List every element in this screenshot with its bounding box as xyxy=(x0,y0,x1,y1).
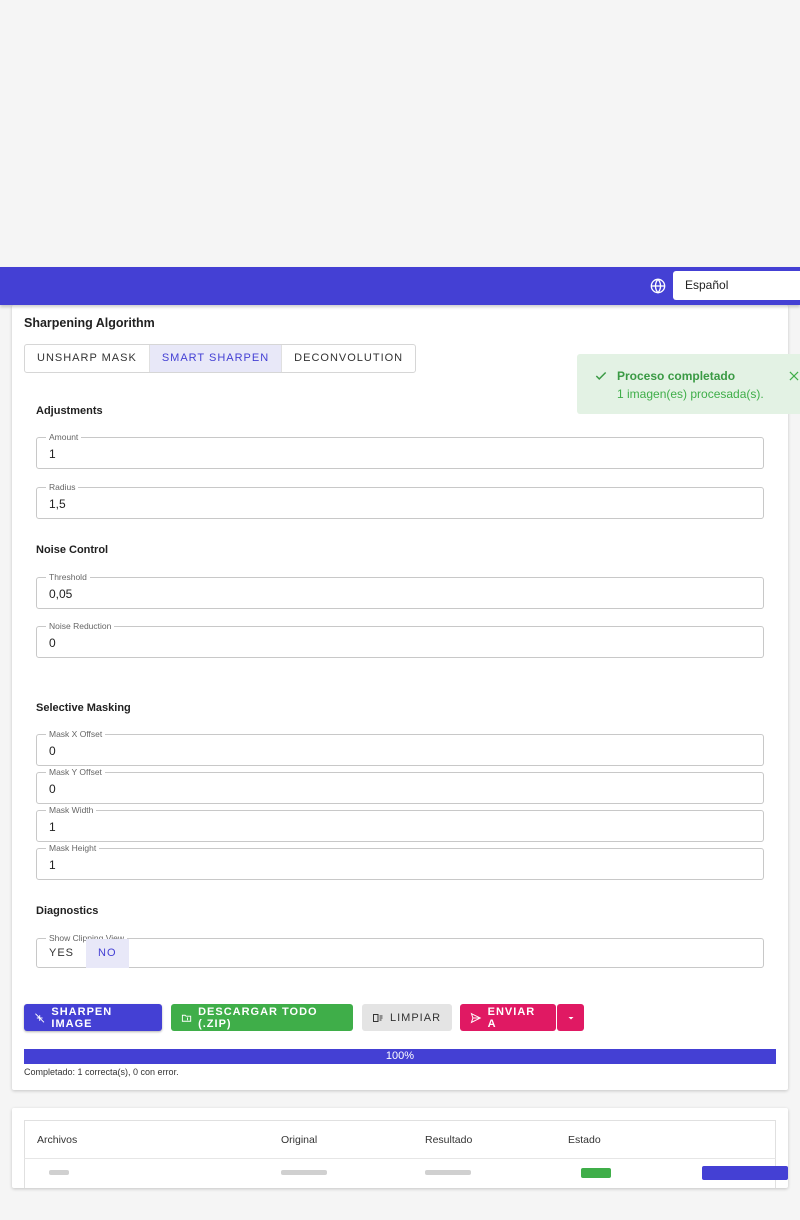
send-icon xyxy=(470,1012,482,1023)
send-to-label: ENVIAR A xyxy=(487,1005,536,1030)
header-status: Estado xyxy=(568,1134,601,1146)
send-to-menu-button[interactable] xyxy=(557,1004,584,1031)
adjustments-title: Adjustments xyxy=(36,405,103,417)
files-card: Archivos Original Resultado Estado xyxy=(12,1108,788,1188)
close-icon[interactable] xyxy=(787,369,800,383)
top-app-bar: Español xyxy=(0,267,800,305)
sharpen-icon xyxy=(35,1012,45,1023)
tab-smart-sharpen[interactable]: SMART SHARPEN xyxy=(149,345,283,372)
clear-label: LIMPIAR xyxy=(390,1011,442,1024)
progress-summary: Completado: 1 correcta(s), 0 con error. xyxy=(24,1067,179,1077)
mask-y-offset-label: Mask Y Offset xyxy=(46,766,105,778)
mask-y-offset-value: 0 xyxy=(49,782,56,796)
files-table-header: Archivos Original Resultado Estado xyxy=(24,1120,776,1159)
clear-button[interactable]: LIMPIAR xyxy=(362,1004,452,1031)
amount-label: Amount xyxy=(46,431,82,443)
mask-x-offset-label: Mask X Offset xyxy=(46,728,106,740)
clipping-no-option[interactable]: NO xyxy=(86,939,129,968)
table-row xyxy=(24,1159,788,1188)
radius-label: Radius xyxy=(46,481,79,493)
header-original: Original xyxy=(281,1134,318,1146)
toast-message: 1 imagen(es) procesada(s). xyxy=(617,387,764,401)
amount-field[interactable]: Amount 1 xyxy=(36,431,764,469)
clear-list-icon xyxy=(373,1013,383,1022)
download-all-button[interactable]: DESCARGAR TODO (.ZIP) xyxy=(171,1004,353,1031)
algorithm-tabs: UNSHARP MASK SMART SHARPEN DECONVOLUTION xyxy=(24,344,417,373)
clipping-yes-option[interactable]: YES xyxy=(37,939,86,968)
toast-title: Proceso completado xyxy=(617,369,736,383)
result-size-cell xyxy=(425,1170,471,1175)
original-size-cell xyxy=(281,1170,327,1175)
globe-icon[interactable] xyxy=(650,278,666,294)
progress-label: 100% xyxy=(385,1050,415,1062)
selective-masking-title: Selective Masking xyxy=(36,702,131,714)
tab-deconvolution[interactable]: DECONVOLUTION xyxy=(282,345,415,372)
noise-reduction-field[interactable]: Noise Reduction 0 xyxy=(36,620,764,658)
mask-y-offset-field[interactable]: Mask Y Offset 0 xyxy=(36,766,764,804)
header-files: Archivos xyxy=(37,1134,78,1146)
status-badge xyxy=(581,1168,611,1178)
file-name-cell xyxy=(49,1170,69,1175)
mask-x-offset-value: 0 xyxy=(49,744,56,758)
download-all-label: DESCARGAR TODO (.ZIP) xyxy=(198,1005,318,1030)
mask-width-label: Mask Width xyxy=(46,804,97,816)
progress-bar: 100% xyxy=(24,1049,776,1064)
radius-field[interactable]: Radius 1,5 xyxy=(36,481,764,519)
algorithm-title: Sharpening Algorithm xyxy=(24,316,155,330)
clipping-view-field: Show Clipping View YES NO xyxy=(36,932,764,968)
sharpen-image-label: SHARPEN IMAGE xyxy=(51,1005,113,1030)
amount-value: 1 xyxy=(49,447,56,461)
settings-card: Sharpening Algorithm UNSHARP MASK SMART … xyxy=(12,305,788,1090)
mask-width-field[interactable]: Mask Width 1 xyxy=(36,804,764,842)
row-action-button[interactable] xyxy=(702,1166,788,1180)
tab-unsharp-mask[interactable]: UNSHARP MASK xyxy=(25,345,150,372)
noise-control-title: Noise Control xyxy=(36,544,109,556)
sharpen-image-button[interactable]: SHARPEN IMAGE xyxy=(24,1004,162,1031)
clipping-view-toggle: YES NO xyxy=(37,939,129,968)
mask-width-value: 1 xyxy=(49,820,56,834)
mask-height-value: 1 xyxy=(49,858,56,872)
success-toast: Proceso completado 1 imagen(es) procesad… xyxy=(577,354,800,414)
header-result: Resultado xyxy=(425,1134,473,1146)
language-select[interactable]: Español xyxy=(673,271,800,300)
threshold-label: Threshold xyxy=(46,571,90,583)
noise-reduction-value: 0 xyxy=(49,636,56,650)
radius-value: 1,5 xyxy=(49,497,66,511)
mask-x-offset-field[interactable]: Mask X Offset 0 xyxy=(36,728,764,766)
folder-zip-icon xyxy=(181,1014,192,1022)
mask-height-label: Mask Height xyxy=(46,842,100,854)
mask-height-field[interactable]: Mask Height 1 xyxy=(36,842,764,880)
threshold-value: 0,05 xyxy=(49,587,73,601)
threshold-field[interactable]: Threshold 0,05 xyxy=(36,571,764,609)
send-to-button[interactable]: ENVIAR A xyxy=(460,1004,556,1031)
caret-down-icon xyxy=(568,1016,573,1019)
check-icon xyxy=(595,371,607,380)
diagnostics-title: Diagnostics xyxy=(36,905,99,917)
noise-reduction-label: Noise Reduction xyxy=(46,620,115,632)
